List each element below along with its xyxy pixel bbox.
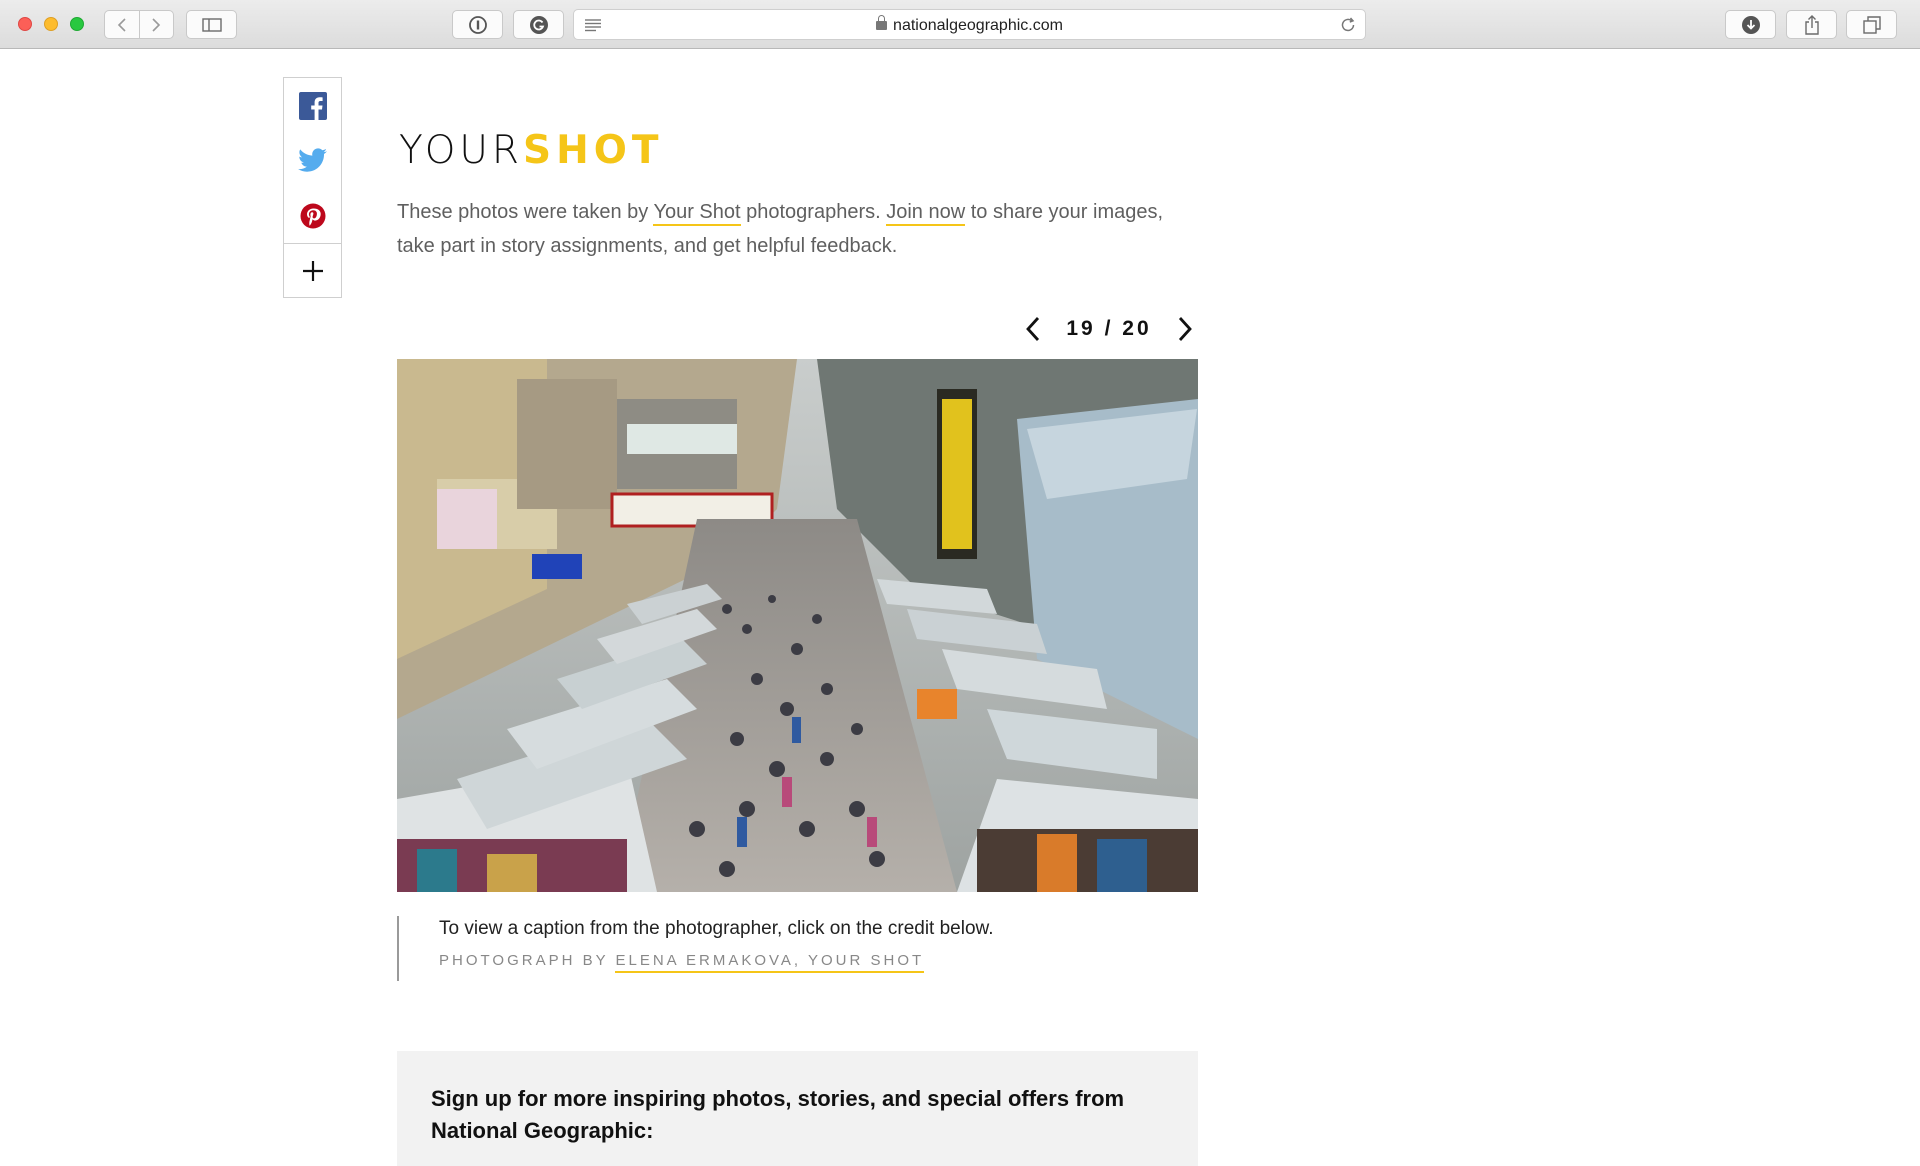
password-extension-button[interactable] [452, 10, 503, 39]
url-text: nationalgeographic.com [574, 10, 1365, 41]
share-rail [283, 77, 342, 298]
minimize-window-button[interactable] [44, 17, 58, 31]
close-window-button[interactable] [18, 17, 32, 31]
chevron-right-icon [152, 17, 161, 32]
grammarly-extension-button[interactable] [513, 10, 564, 39]
chevron-left-icon [117, 17, 126, 32]
browser-toolbar: nationalgeographic.com [0, 0, 1920, 49]
downloads-button[interactable] [1725, 10, 1776, 39]
sidebar-icon [201, 17, 222, 32]
photo-counter: 19 / 20 [1066, 317, 1152, 340]
gallery-photo[interactable] [397, 359, 1198, 892]
current-photo-number: 19 [1066, 317, 1096, 340]
tabs-icon [1862, 15, 1881, 34]
grammarly-icon [529, 15, 548, 34]
share-pinterest-button[interactable] [284, 188, 341, 243]
photo-caption: To view a caption from the photographer,… [397, 916, 1197, 981]
plus-icon [302, 260, 323, 281]
download-icon [1741, 15, 1760, 34]
signup-heading: Sign up for more inspiring photos, stori… [431, 1086, 1125, 1143]
forward-button[interactable] [138, 11, 174, 38]
photographer-credit-link[interactable]: ELENA ERMAKOVA, YOUR SHOT [615, 952, 925, 973]
lock-icon [876, 15, 888, 30]
previous-photo-button[interactable] [1024, 316, 1042, 342]
photo-credit: PHOTOGRAPH BY ELENA ERMAKOVA, YOUR SHOT [439, 952, 1197, 973]
address-bar[interactable]: nationalgeographic.com [573, 9, 1366, 40]
next-photo-button[interactable] [1176, 316, 1194, 342]
nav-buttons [104, 10, 174, 39]
your-shot-link[interactable]: Your Shot [653, 201, 741, 226]
your-shot-logo[interactable]: YOURSHOT [399, 128, 664, 173]
zoom-window-button[interactable] [70, 17, 84, 31]
caption-text: To view a caption from the photographer,… [439, 918, 994, 939]
back-button[interactable] [105, 11, 139, 38]
gallery-pager: 19 / 20 [1024, 312, 1194, 346]
share-more-button[interactable] [284, 243, 341, 297]
share-twitter-button[interactable] [284, 133, 341, 188]
newsletter-signup: Sign up for more inspiring photos, stori… [397, 1051, 1198, 1166]
reload-icon[interactable] [1339, 16, 1357, 34]
intro-text: These photos were taken by Your Shot pho… [397, 201, 1164, 257]
join-now-link[interactable]: Join now [886, 201, 966, 226]
facebook-icon [298, 91, 327, 120]
tab-overview-button[interactable] [1846, 10, 1897, 39]
logo-your: YOUR [399, 128, 524, 173]
total-photo-number: 20 [1122, 317, 1152, 340]
share-facebook-button[interactable] [284, 78, 341, 133]
info-circle-icon [468, 15, 487, 34]
logo-shot: SHOT [523, 128, 664, 173]
share-icon [1804, 14, 1819, 35]
sidebar-toggle-button[interactable] [186, 10, 237, 39]
share-button[interactable] [1786, 10, 1837, 39]
pinterest-icon [300, 203, 325, 228]
twitter-icon [297, 147, 327, 172]
